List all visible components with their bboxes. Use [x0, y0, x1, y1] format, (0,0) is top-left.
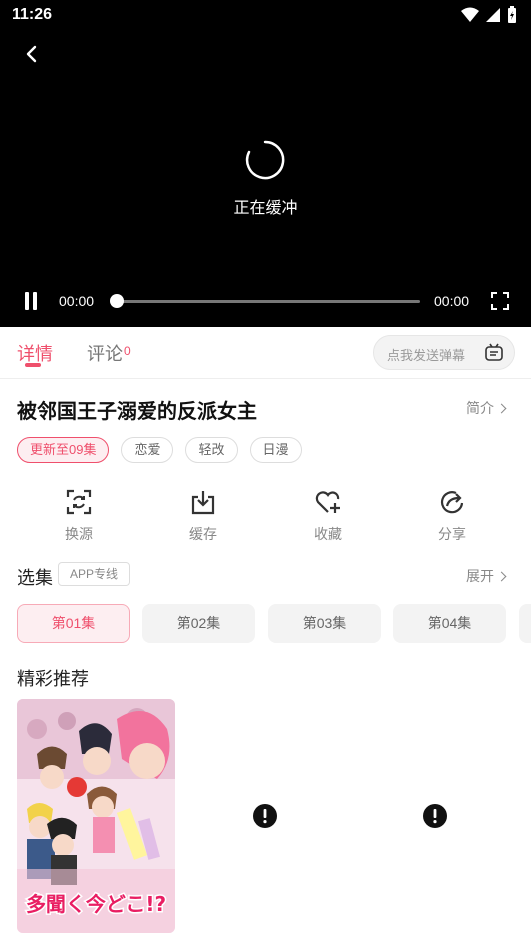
buffering-text: 正在缓冲: [233, 200, 298, 217]
chevron-right-icon: [496, 571, 507, 582]
tag-genre[interactable]: 日漫: [249, 437, 302, 463]
video-player[interactable]: 11:26 正在缓冲 00:00 00:00: [0, 0, 531, 327]
download-label: 缓存: [189, 526, 217, 542]
status-time: 11:26: [12, 6, 53, 23]
show-title: 被邻国王子溺爱的反派女主: [17, 401, 257, 423]
swap-source-button[interactable]: 换源: [39, 488, 119, 544]
image-error-icon: [423, 804, 447, 828]
episode-item-partial[interactable]: [519, 604, 531, 643]
episode-item[interactable]: 第03集: [268, 604, 381, 643]
back-arrow-icon[interactable]: [18, 40, 46, 68]
image-error-icon: [253, 804, 277, 828]
tag-update-status: 更新至09集: [17, 437, 110, 463]
intro-label: 简介: [466, 400, 494, 416]
favorite-label: 收藏: [314, 526, 342, 542]
wifi-icon: [461, 7, 479, 22]
intro-link[interactable]: 简介: [466, 398, 507, 418]
chevron-right-icon: [496, 403, 507, 414]
seek-thumb[interactable]: [110, 294, 124, 308]
status-icons: [461, 6, 517, 24]
episode-item[interactable]: 第02集: [142, 604, 255, 643]
player-controls: 00:00 00:00: [0, 286, 531, 316]
cover-image: 多聞く今どこ!?: [17, 699, 175, 933]
action-bar: 换源 缓存 收藏 分享: [0, 488, 531, 548]
cover-title-art: 多聞く今どこ!?: [26, 892, 166, 916]
expand-episodes-link[interactable]: 展开: [466, 566, 507, 586]
share-button[interactable]: 分享: [412, 488, 492, 544]
total-time: 00:00: [434, 293, 470, 309]
episode-item[interactable]: 第04集: [393, 604, 506, 643]
danmu-input[interactable]: 点我发送弹幕: [373, 335, 515, 370]
danmu-icon[interactable]: [484, 343, 504, 363]
danmu-placeholder: 点我发送弹幕: [387, 348, 466, 363]
favorite-button[interactable]: 收藏: [288, 488, 368, 544]
expand-label: 展开: [466, 568, 494, 584]
episode-item[interactable]: 第01集: [17, 604, 130, 643]
comment-count: 0: [124, 344, 131, 358]
episodes-label: 选集: [17, 568, 53, 588]
share-label: 分享: [438, 526, 466, 542]
fullscreen-icon[interactable]: [490, 291, 510, 311]
swap-source-icon: [66, 489, 92, 515]
recommend-card[interactable]: 多聞く今どこ!?: [17, 699, 175, 933]
tag-list: 更新至09集 恋爱 轻改 日漫: [17, 437, 302, 463]
download-icon: [191, 491, 215, 515]
episode-list: 第01集 第02集 第03集 第04集: [17, 604, 531, 644]
app-line-badge[interactable]: APP专线: [58, 562, 131, 586]
download-button[interactable]: 缓存: [163, 488, 243, 544]
current-time: 00:00: [59, 293, 95, 309]
recommend-title: 精彩推荐: [17, 669, 89, 689]
status-bar: 11:26: [0, 0, 531, 30]
tag-genre[interactable]: 恋爱: [121, 437, 174, 463]
loading-spinner-icon: [245, 140, 285, 180]
share-icon: [440, 491, 464, 514]
pause-icon[interactable]: [22, 290, 40, 312]
tab-bar: 详情 评论 0 点我发送弹幕: [0, 327, 531, 379]
heart-add-icon: [315, 491, 340, 513]
tab-comment[interactable]: 评论: [87, 340, 123, 366]
seek-bar[interactable]: [116, 300, 420, 303]
battery-icon: [508, 6, 516, 23]
signal-icon: [486, 8, 500, 22]
tab-active-indicator: [25, 363, 41, 367]
tag-genre[interactable]: 轻改: [185, 437, 238, 463]
swap-source-label: 换源: [65, 526, 93, 542]
